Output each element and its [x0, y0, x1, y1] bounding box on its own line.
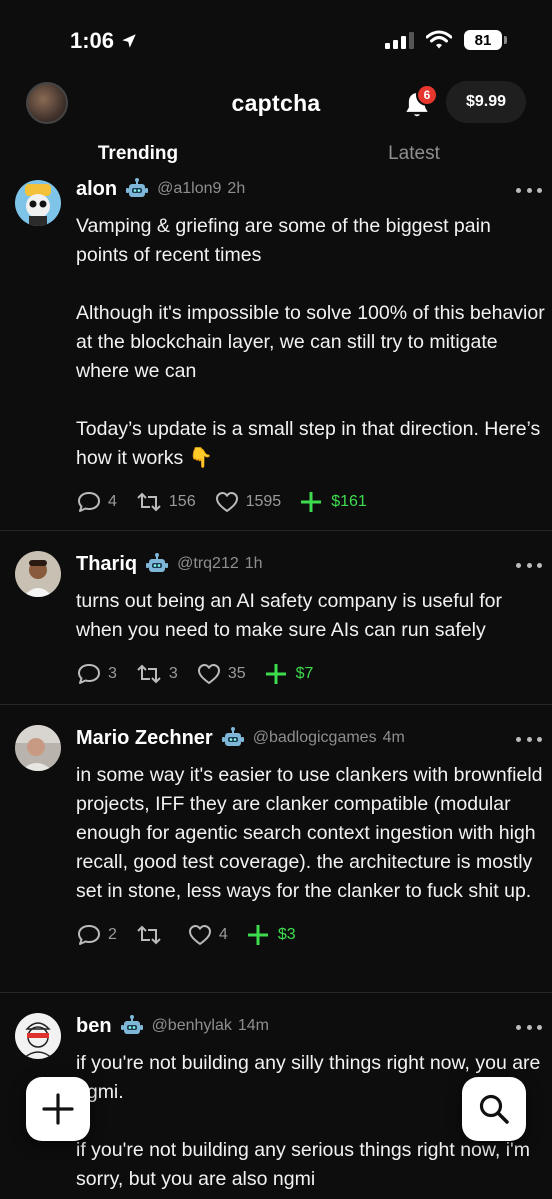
author-handle[interactable]: @a1lon9: [157, 180, 221, 198]
post-actions: 4 156 1595 $161: [76, 487, 552, 517]
repost-icon: [137, 492, 161, 512]
post-text[interactable]: turns out being an AI safety company is …: [76, 587, 552, 645]
repost-icon: [137, 664, 161, 684]
robot-icon: [120, 1015, 143, 1034]
post-text[interactable]: Vamping & griefing are some of the bigge…: [76, 212, 552, 473]
reply-count: 2: [108, 926, 117, 943]
status-bar: 1:06 81: [0, 0, 552, 78]
post-actions: 2 4 $3: [76, 920, 552, 950]
feed[interactable]: alon @a1lon9 2h Vamping & griefing are s…: [0, 176, 552, 1199]
author-handle[interactable]: @trq212: [177, 555, 239, 573]
battery-indicator: 81: [464, 30, 507, 50]
author-name[interactable]: alon: [76, 178, 117, 201]
avatar[interactable]: [15, 180, 61, 226]
repost-button[interactable]: 156: [135, 490, 196, 514]
tip-amount: $3: [277, 926, 296, 943]
post-item[interactable]: Mario Zechner @badlogicgames 4m in some …: [0, 705, 552, 993]
search-icon: [479, 1094, 509, 1124]
reply-icon: [78, 664, 100, 684]
reply-icon: [78, 925, 100, 945]
post-meta: Mario Zechner @badlogicgames 4m: [76, 725, 552, 751]
status-indicators: 81: [385, 30, 507, 50]
signal-icon: [385, 31, 414, 49]
post-time: 2h: [227, 180, 246, 197]
more-icon[interactable]: [516, 180, 542, 200]
post-actions: 3 3 35 $7: [76, 659, 552, 689]
like-button[interactable]: 4: [187, 923, 228, 947]
wifi-icon: [426, 30, 452, 49]
like-button[interactable]: 35: [196, 662, 246, 686]
avatar[interactable]: [15, 725, 61, 771]
post-item[interactable]: Thariq @trq212 1h turns out being an AI …: [0, 531, 552, 705]
avatar[interactable]: [15, 551, 61, 597]
feed-tabs: Trending Latest: [0, 130, 552, 182]
post-text[interactable]: in some way it's easier to use clankers …: [76, 761, 552, 906]
post-item[interactable]: alon @a1lon9 2h Vamping & griefing are s…: [0, 176, 552, 531]
balance-button[interactable]: $9.99: [446, 81, 526, 123]
repost-button[interactable]: 3: [135, 662, 178, 686]
like-icon: [215, 492, 238, 512]
post-meta: ben @benhylak 14m: [76, 1013, 552, 1039]
post-meta: Thariq @trq212 1h: [76, 551, 552, 577]
author-name[interactable]: Mario Zechner: [76, 727, 213, 750]
like-count: 35: [227, 665, 246, 682]
repost-button[interactable]: [135, 923, 169, 947]
like-count: 4: [218, 926, 228, 943]
post-time: 1h: [244, 555, 263, 572]
reply-button[interactable]: 2: [76, 923, 117, 947]
post-meta: alon @a1lon9 2h: [76, 176, 552, 202]
robot-icon: [126, 178, 149, 197]
tip-plus-icon: [247, 925, 268, 945]
avatar[interactable]: [15, 1013, 61, 1059]
tip-button[interactable]: $161: [299, 490, 367, 514]
repost-icon: [137, 925, 161, 945]
post-time: 14m: [237, 1017, 269, 1034]
search-button[interactable]: [462, 1077, 526, 1141]
post-time: 4m: [382, 729, 405, 746]
tab-latest[interactable]: Latest: [276, 130, 552, 181]
reply-count: 4: [108, 493, 117, 510]
tip-plus-icon: [265, 664, 286, 684]
author-handle[interactable]: @benhylak: [152, 1017, 232, 1035]
notification-badge: 6: [416, 84, 438, 106]
like-button[interactable]: 1595: [214, 490, 282, 514]
location-arrow-icon: [122, 34, 136, 48]
clock-text: 1:06: [70, 28, 115, 53]
like-icon: [188, 925, 211, 945]
tip-button[interactable]: $7: [264, 662, 314, 686]
more-icon[interactable]: [516, 729, 542, 749]
battery-level: 81: [474, 31, 492, 49]
reply-button[interactable]: 4: [76, 490, 117, 514]
more-icon[interactable]: [516, 555, 542, 575]
like-icon: [197, 664, 220, 684]
author-handle[interactable]: @badlogicgames: [253, 729, 377, 747]
repost-count: 156: [168, 493, 196, 510]
reply-count: 3: [108, 665, 117, 682]
tab-trending[interactable]: Trending: [0, 130, 276, 182]
repost-count: 3: [168, 665, 178, 682]
app-header: captcha 6 $9.99: [0, 78, 552, 130]
plus-icon: [42, 1093, 74, 1125]
tip-amount: $7: [295, 665, 314, 682]
more-icon[interactable]: [516, 1017, 542, 1037]
reply-button[interactable]: 3: [76, 662, 117, 686]
tip-amount: $161: [331, 493, 367, 510]
status-time: 1:06: [70, 28, 138, 54]
author-name[interactable]: ben: [76, 1015, 112, 1038]
robot-icon: [221, 727, 244, 746]
reply-icon: [78, 492, 100, 512]
tip-plus-icon: [301, 492, 322, 512]
tip-button[interactable]: $3: [246, 923, 296, 947]
author-name[interactable]: Thariq: [76, 553, 137, 576]
like-count: 1595: [245, 493, 282, 510]
compose-button[interactable]: [26, 1077, 90, 1141]
robot-icon: [146, 553, 169, 572]
